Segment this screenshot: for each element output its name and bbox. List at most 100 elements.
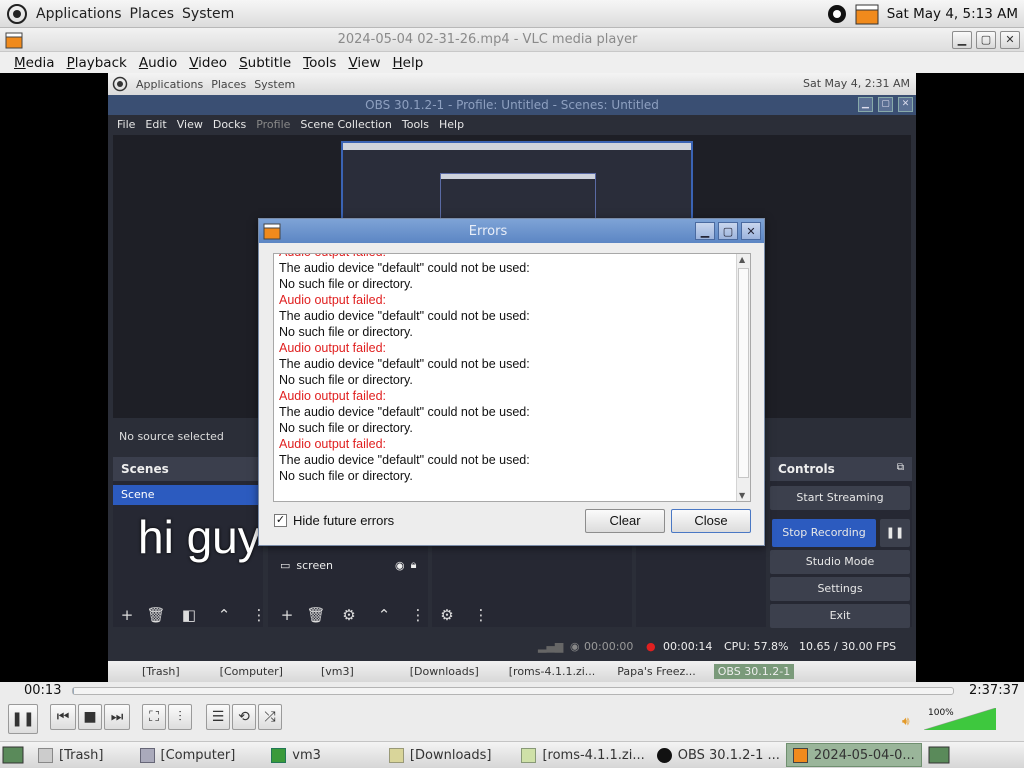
obs-menu-tools: Tools xyxy=(401,118,429,131)
maximize-button[interactable]: ▢ xyxy=(976,30,996,49)
menu-video[interactable]: Video xyxy=(183,55,233,71)
obs-menu-profile: Profile xyxy=(256,118,291,131)
scene-filter-icon: ◧ xyxy=(181,606,197,624)
scene-item: Scene xyxy=(113,485,259,505)
task-trash[interactable]: [Trash] xyxy=(32,743,110,767)
task-roms[interactable]: [roms-4.1.1.zi... xyxy=(515,743,650,767)
clock[interactable]: Sat May 4, 5:13 AM xyxy=(887,6,1018,22)
undock-icon: ⧉ xyxy=(896,462,904,473)
menu-applications[interactable]: Applications xyxy=(36,6,122,22)
dialog-close-button[interactable]: ✕ xyxy=(741,222,761,240)
workspace-switcher-icon[interactable] xyxy=(928,745,950,765)
time-total[interactable]: 2:37:37 xyxy=(969,683,1019,698)
scenes-dock-header: Scenes xyxy=(113,457,263,481)
source-row: ▭ screen ◉ 🔒︎ xyxy=(280,558,416,572)
menu-tools[interactable]: Tools xyxy=(297,55,342,71)
fps-readout: 10.65 / 30.00 FPS xyxy=(799,640,897,653)
vlc-dialog-icon xyxy=(263,223,281,240)
subtitle-overlay: hi guy xyxy=(138,511,261,563)
minimize-button[interactable]: ▁ xyxy=(952,30,972,49)
next-button[interactable]: ⏭ xyxy=(104,704,130,730)
stop-recording-button: Stop Recording xyxy=(772,519,876,547)
studio-mode-button: Studio Mode xyxy=(770,550,910,574)
volume-percent: 100% xyxy=(928,708,954,718)
remove-source-icon: 🗑︎ xyxy=(306,606,326,624)
top-panel: Applications Places System Sat May 4, 5:… xyxy=(0,0,1024,28)
log-scrollbar[interactable]: ▲ ▼ xyxy=(736,254,750,501)
menu-places[interactable]: Places xyxy=(130,6,175,22)
archive-icon xyxy=(521,747,537,763)
show-desktop-icon[interactable] xyxy=(2,745,24,765)
controls-row: ❚❚ ⏮ ■ ⏭ ⛶ ⫶ ☰ ⟲ ⤮ 🔊︎ 100% xyxy=(0,700,1024,742)
inner-taskbar: [Trash] [Computer] [vm3] [Downloads] [ro… xyxy=(108,661,916,682)
exit-button: Exit xyxy=(770,604,910,628)
menu-subtitle[interactable]: Subtitle xyxy=(233,55,297,71)
mixer-settings-icon: ⚙ xyxy=(440,606,454,624)
source-settings-icon: ⚙ xyxy=(342,606,356,624)
log-line: The audio device "default" could not be … xyxy=(279,357,530,371)
dialog-minimize-button[interactable]: ▁ xyxy=(695,222,715,240)
hide-future-errors-label[interactable]: Hide future errors xyxy=(293,513,394,528)
scroll-thumb[interactable] xyxy=(738,268,749,478)
add-scene-icon: + xyxy=(120,606,134,624)
task-computer[interactable]: [Computer] xyxy=(134,743,242,767)
signal-icon: ▂▄▆ xyxy=(538,640,564,653)
loop-button[interactable]: ⟲ xyxy=(232,704,256,730)
previous-button[interactable]: ⏮ xyxy=(50,704,76,730)
controls-title: Controls xyxy=(778,462,835,476)
inner-task-downloads: [Downloads] xyxy=(409,665,479,678)
task-vlc-label: 2024-05-04-0... xyxy=(813,747,915,763)
task-vm3[interactable]: vm3 xyxy=(265,743,327,767)
menu-audio[interactable]: Audio xyxy=(133,55,183,71)
fullscreen-button[interactable]: ⛶ xyxy=(142,704,166,730)
scroll-up-icon[interactable]: ▲ xyxy=(739,255,745,264)
error-log-lines: Audio output failed:The audio device "de… xyxy=(279,254,530,484)
playlist-button[interactable]: ☰ xyxy=(206,704,230,730)
scroll-down-icon[interactable]: ▼ xyxy=(739,491,745,500)
obs-menu-view: View xyxy=(176,118,203,131)
obs-statusbar: ▂▄▆ ◉ 00:00:00 ● 00:00:14 CPU: 57.8% 10.… xyxy=(108,635,916,659)
window-title: 2024-05-04 02-31-26.mp4 - VLC media play… xyxy=(337,32,638,47)
record-indicator-icon: ● xyxy=(646,640,656,653)
shuffle-button[interactable]: ⤮ xyxy=(258,704,282,730)
menu-help[interactable]: Help xyxy=(387,55,430,71)
menu-system[interactable]: System xyxy=(182,6,234,22)
stream-indicator-icon: ◉ xyxy=(570,640,580,653)
obs-menu-help: Help xyxy=(438,118,465,131)
task-obs[interactable]: OBS 30.1.2-1 ... xyxy=(651,743,786,767)
inner-task-papas: Papa's Freez... xyxy=(617,665,696,678)
seek-slider[interactable] xyxy=(72,687,954,695)
dialog-maximize-button[interactable]: ▢ xyxy=(718,222,738,240)
pause-button[interactable]: ❚❚ xyxy=(8,704,38,734)
clear-button[interactable]: Clear xyxy=(585,509,665,533)
vlc-titlebar: 2024-05-04 02-31-26.mp4 - VLC media play… xyxy=(0,28,1024,52)
task-downloads[interactable]: [Downloads] xyxy=(383,743,498,767)
menu-view[interactable]: View xyxy=(342,55,386,71)
inner-task-computer: [Computer] xyxy=(219,665,283,678)
obs-menu-edit: Edit xyxy=(145,118,167,131)
stream-time: 00:00:00 xyxy=(584,640,634,653)
seek-row: 00:13 2:37:37 xyxy=(0,682,1024,700)
obs-tray-icon[interactable] xyxy=(827,4,847,24)
task-roms-label: [roms-4.1.1.zi... xyxy=(542,747,645,763)
log-line: No such file or directory. xyxy=(279,373,413,387)
menu-media[interactable]: Media xyxy=(8,55,61,71)
checkbox-check-icon[interactable]: ✓ xyxy=(274,514,287,527)
errors-titlebar: Errors ▁ ▢ ✕ xyxy=(259,219,764,243)
vlc-tray-icon[interactable] xyxy=(855,3,879,25)
extended-settings-button[interactable]: ⫶ xyxy=(168,704,192,730)
close-button[interactable]: ✕ xyxy=(1000,30,1020,49)
speaker-icon[interactable]: 🔊︎ xyxy=(902,714,910,729)
error-log[interactable]: Audio output failed:The audio device "de… xyxy=(273,253,751,502)
source-name: screen xyxy=(296,558,333,572)
gnome-foot-icon[interactable] xyxy=(6,3,28,25)
obs-menubar: File Edit View Docks Profile Scene Colle… xyxy=(112,115,469,135)
close-dialog-button[interactable]: Close xyxy=(671,509,751,533)
task-vlc[interactable]: 2024-05-04-0... xyxy=(785,743,922,767)
menu-playback[interactable]: Playback xyxy=(61,55,133,71)
time-elapsed[interactable]: 00:13 xyxy=(24,683,61,698)
monitor-icon: ▭ xyxy=(280,558,291,572)
computer-icon xyxy=(139,747,155,763)
stop-button[interactable]: ■ xyxy=(78,704,102,730)
hide-future-errors-checkbox[interactable]: ✓ Hide future errors xyxy=(274,513,394,528)
